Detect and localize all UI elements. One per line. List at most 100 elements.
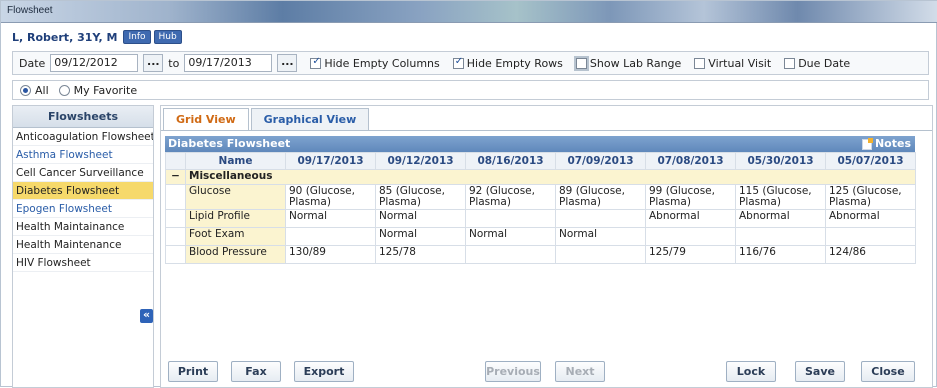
virtual-visit-checkbox[interactable]: [694, 57, 706, 69]
tab-graphical-view[interactable]: Graphical View: [250, 108, 370, 130]
value-cell[interactable]: 92 (Glucose, Plasma): [465, 184, 556, 210]
name-column-header: Name: [185, 152, 286, 170]
scope-radio-bar: All My Favorite: [12, 80, 929, 100]
my-favorite-radio[interactable]: [58, 84, 70, 96]
hub-button[interactable]: Hub: [153, 30, 182, 44]
all-radio[interactable]: [20, 84, 31, 96]
action-footer: Print Fax Export Previous Next Lock Save…: [165, 361, 930, 383]
value-cell[interactable]: [645, 227, 736, 246]
fax-button[interactable]: Fax: [231, 361, 281, 382]
virtual-visit-label: Virtual Visit: [708, 56, 772, 70]
value-cell[interactable]: 89 (Glucose, Plasma): [555, 184, 646, 210]
hide-empty-rows-option[interactable]: Hide Empty Rows: [452, 56, 563, 70]
collapse-sidebar-icon[interactable]: «: [140, 309, 153, 323]
value-cell[interactable]: [465, 245, 556, 264]
value-cell[interactable]: 125/78: [375, 245, 466, 264]
date-column-header[interactable]: 07/08/2013: [645, 152, 736, 170]
table-row-foot-exam: Foot Exam Normal Normal Normal: [165, 227, 916, 246]
sidebar-item-anticoagulation-flowsheet[interactable]: Anticoagulation Flowsheet: [13, 128, 153, 146]
sidebar-item-diabetes-flowsheet[interactable]: Diabetes Flowsheet: [13, 182, 153, 200]
value-cell[interactable]: [285, 227, 376, 246]
date-column-header[interactable]: 07/09/2013: [555, 152, 646, 170]
date-column-header[interactable]: 05/30/2013: [735, 152, 826, 170]
export-button[interactable]: Export: [294, 361, 354, 382]
value-cell[interactable]: [465, 209, 556, 228]
grid-header-row: Name 09/17/2013 09/12/2013 08/16/2013 07…: [165, 152, 916, 170]
value-cell[interactable]: 125/79: [645, 245, 736, 264]
date-column-header[interactable]: 09/12/2013: [375, 152, 466, 170]
previous-button[interactable]: Previous: [485, 361, 541, 382]
flowsheet-window: Flowsheet L, Robert, 31Y, M Info Hub Dat…: [0, 0, 937, 388]
hide-empty-rows-label: Hide Empty Rows: [466, 56, 563, 70]
close-button[interactable]: Close: [861, 361, 915, 382]
due-date-option[interactable]: Due Date: [784, 57, 850, 70]
sidebar-header: Flowsheets: [13, 106, 153, 128]
row-spacer-cell: [165, 184, 186, 210]
view-tabs: Grid View Graphical View: [163, 106, 371, 131]
value-cell[interactable]: Normal: [375, 209, 466, 228]
from-date-picker-button[interactable]: ...: [143, 54, 164, 72]
value-cell[interactable]: Normal: [285, 209, 376, 228]
hide-empty-columns-option[interactable]: Hide Empty Columns: [310, 56, 440, 70]
lock-button[interactable]: Lock: [726, 361, 776, 382]
value-cell[interactable]: Abnormal: [645, 209, 736, 228]
all-radio-label: All: [35, 83, 49, 97]
sidebar-item-epogen-flowsheet[interactable]: Epogen Flowsheet: [13, 200, 153, 218]
value-cell[interactable]: 99 (Glucose, Plasma): [645, 184, 736, 210]
print-button[interactable]: Print: [168, 361, 218, 382]
value-cell[interactable]: 115 (Glucose, Plasma): [735, 184, 826, 210]
sidebar-item-health-maintainance[interactable]: Health Maintainance: [13, 218, 153, 236]
sidebar-item-asthma-flowsheet[interactable]: Asthma Flowsheet: [13, 146, 153, 164]
show-lab-range-option[interactable]: Show Lab Range: [573, 55, 681, 71]
window-title: Flowsheet: [7, 5, 53, 16]
sidebar-item-cell-cancer-surveillance[interactable]: Cell Cancer Surveillance: [13, 164, 153, 182]
to-label: to: [168, 56, 180, 70]
notes-button[interactable]: Notes: [861, 136, 911, 152]
due-date-checkbox[interactable]: [784, 57, 796, 69]
table-row-blood-pressure: Blood Pressure 130/89 125/78 125/79 116/…: [165, 245, 916, 264]
value-cell[interactable]: [555, 245, 646, 264]
tab-grid-view[interactable]: Grid View: [163, 108, 249, 131]
from-date-field[interactable]: 09/12/2012: [50, 54, 139, 72]
table-row-glucose: Glucose 90 (Glucose, Plasma) 85 (Glucose…: [165, 184, 916, 210]
sidebar-item-hiv-flowsheet[interactable]: HIV Flowsheet: [13, 254, 153, 272]
value-cell[interactable]: 85 (Glucose, Plasma): [375, 184, 466, 210]
group-collapse-toggle[interactable]: −: [165, 169, 186, 185]
hide-empty-columns-checkbox[interactable]: [310, 56, 322, 69]
to-date-picker-button[interactable]: ...: [277, 54, 298, 72]
value-cell[interactable]: [825, 227, 916, 246]
date-column-header[interactable]: 09/17/2013: [285, 152, 376, 170]
flowsheet-grid: Name 09/17/2013 09/12/2013 08/16/2013 07…: [165, 152, 916, 264]
next-button[interactable]: Next: [555, 361, 605, 382]
to-date-field[interactable]: 09/17/2013: [184, 54, 273, 72]
value-cell[interactable]: Abnormal: [735, 209, 826, 228]
flowsheet-main-panel: Grid View Graphical View Diabetes Flowsh…: [160, 105, 933, 388]
date-column-header[interactable]: 05/07/2013: [825, 152, 916, 170]
value-cell[interactable]: [735, 227, 826, 246]
value-cell[interactable]: 124/86: [825, 245, 916, 264]
value-cell[interactable]: Abnormal: [825, 209, 916, 228]
show-lab-range-checkbox[interactable]: [573, 55, 589, 71]
value-cell[interactable]: Normal: [375, 227, 466, 246]
value-cell[interactable]: 90 (Glucose, Plasma): [285, 184, 376, 210]
value-cell[interactable]: 130/89: [285, 245, 376, 264]
row-name-cell: Blood Pressure: [185, 245, 286, 264]
date-column-header[interactable]: 08/16/2013: [465, 152, 556, 170]
patient-name: L, Robert, 31Y, M: [12, 30, 118, 44]
value-cell[interactable]: Normal: [465, 227, 556, 246]
info-button[interactable]: Info: [123, 30, 151, 44]
value-cell[interactable]: 116/76: [735, 245, 826, 264]
notes-icon: [861, 137, 873, 150]
row-spacer-cell: [165, 227, 186, 246]
value-cell[interactable]: 125 (Glucose, Plasma): [825, 184, 916, 210]
value-cell[interactable]: Normal: [555, 227, 646, 246]
virtual-visit-option[interactable]: Virtual Visit: [694, 57, 771, 70]
grid-title-bar: Diabetes Flowsheet Notes: [165, 136, 915, 152]
group-row-miscellaneous: − Miscellaneous: [165, 169, 916, 185]
save-button[interactable]: Save: [795, 361, 845, 382]
hide-empty-rows-checkbox[interactable]: [452, 56, 464, 69]
value-cell[interactable]: [555, 209, 646, 228]
sidebar-item-health-maintenance[interactable]: Health Maintenance: [13, 236, 153, 254]
patient-header: L, Robert, 31Y, M Info Hub: [12, 29, 182, 45]
grid-title: Diabetes Flowsheet: [168, 137, 291, 150]
